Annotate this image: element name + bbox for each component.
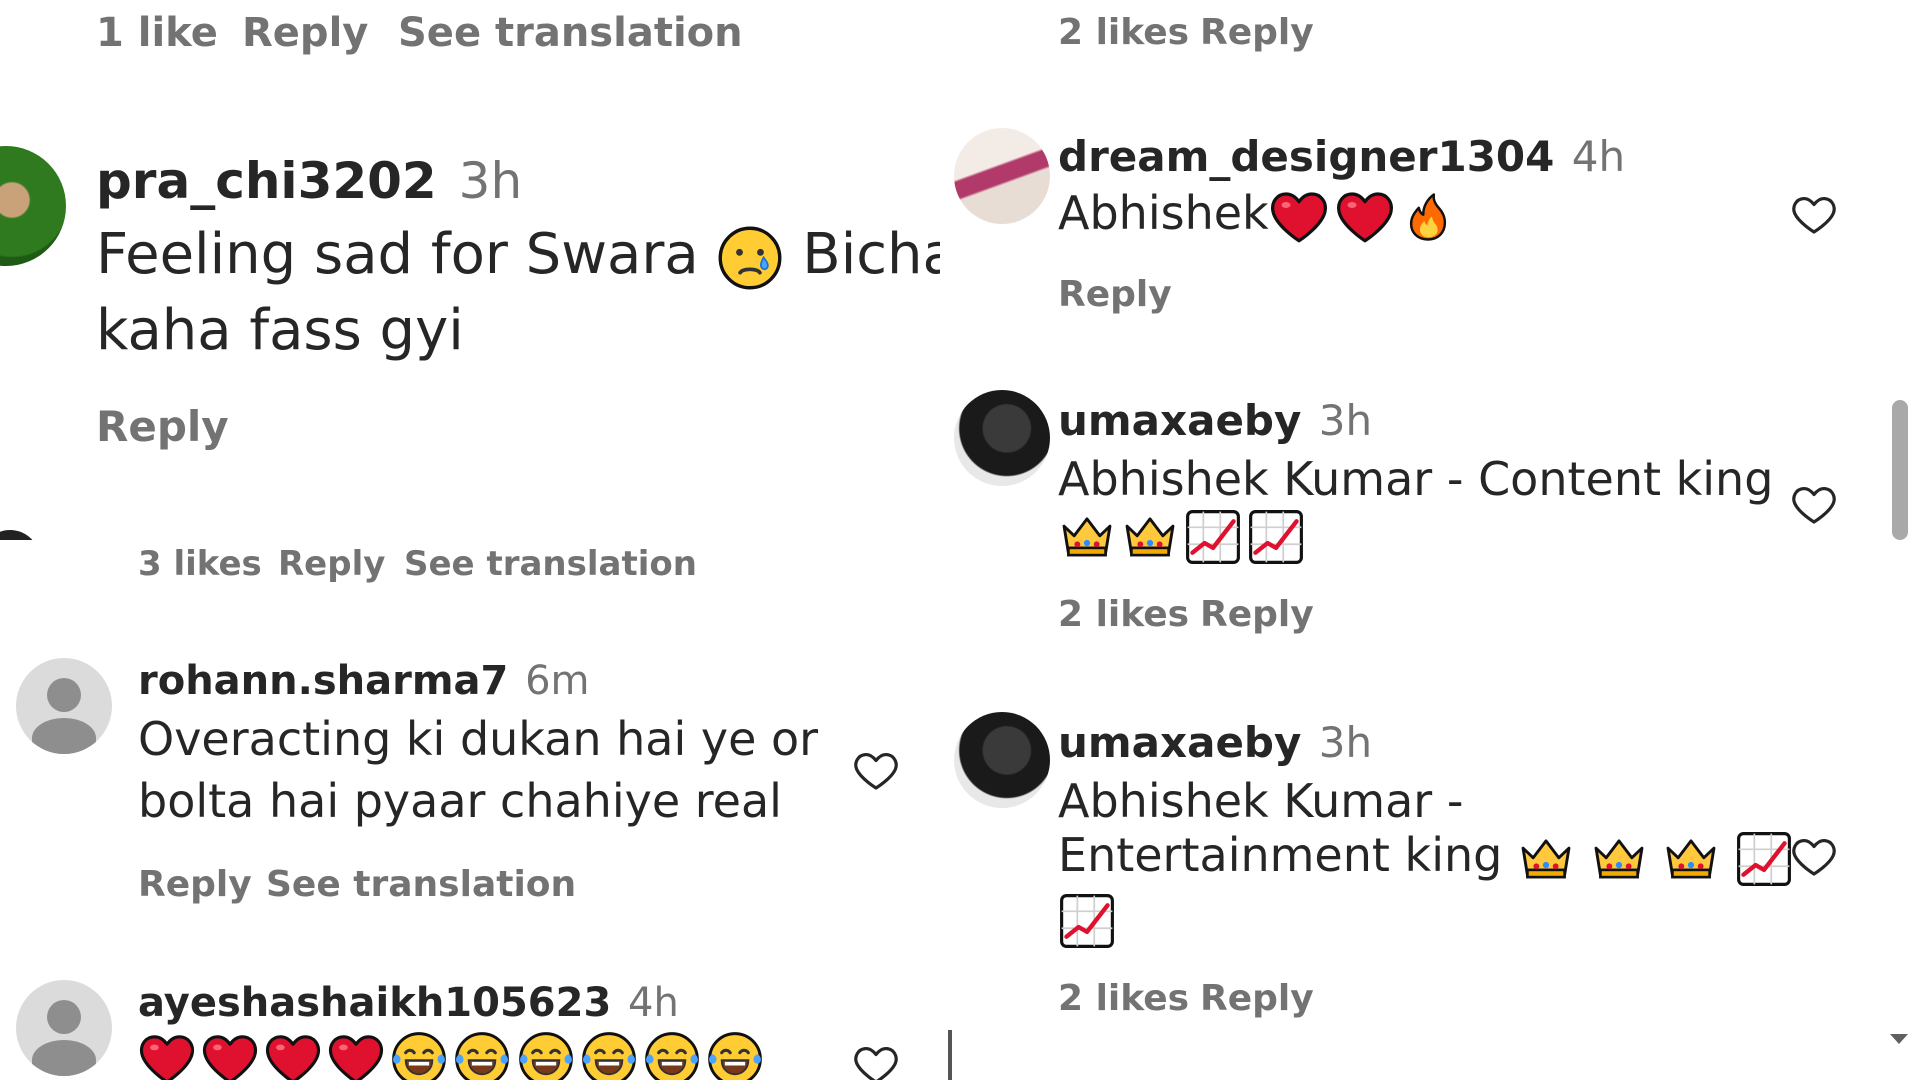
- timestamp: 3h: [458, 152, 523, 210]
- comment-header: umaxaeby 3h: [1058, 718, 1372, 767]
- crown-emoji-icon: [1590, 830, 1648, 888]
- comment-text-line1: Abhishek Kumar - Content king: [1058, 452, 1774, 506]
- red-heart-emoji-icon: [264, 1030, 322, 1080]
- timestamp: 4h: [628, 980, 679, 1026]
- chart-increasing-emoji-icon: [1247, 508, 1305, 566]
- like-count[interactable]: 1 like: [96, 10, 218, 56]
- user-avatar[interactable]: [954, 712, 1050, 808]
- username[interactable]: ayeshashaikh105623: [138, 980, 611, 1026]
- like-count[interactable]: 3 likes: [138, 544, 262, 584]
- comment-header: umaxaeby 3h: [1058, 396, 1372, 445]
- username[interactable]: pra_chi3202: [96, 152, 437, 210]
- tears-of-joy-emoji-icon: [453, 1030, 511, 1080]
- comment-text: Feeling sad for Swara Bichari: [96, 222, 940, 292]
- red-heart-emoji-icon: [138, 1030, 196, 1080]
- crown-emoji-icon: [1058, 508, 1116, 566]
- user-avatar[interactable]: [0, 146, 66, 266]
- timestamp: 3h: [1318, 718, 1373, 767]
- comment-text-line1: Feeling sad for Swara: [96, 222, 699, 287]
- comment-pane-right: 2 likes Reply dream_designer1304 4h Abhi…: [948, 0, 1920, 1080]
- user-avatar[interactable]: [954, 390, 1050, 486]
- comment-emoji-row: [1058, 892, 1116, 950]
- red-heart-emoji-icon: [201, 1030, 259, 1080]
- reply-button[interactable]: Reply: [1058, 274, 1172, 315]
- crown-emoji-icon: [1517, 830, 1575, 888]
- see-translation-button[interactable]: See translation: [266, 864, 576, 905]
- comment-emoji-row: [1058, 508, 1305, 566]
- username[interactable]: umaxaeby: [1058, 396, 1301, 445]
- user-avatar[interactable]: [954, 128, 1050, 224]
- crying-face-emoji-icon: [716, 224, 784, 292]
- reply-button[interactable]: Reply: [278, 544, 385, 584]
- chart-increasing-emoji-icon: [1058, 892, 1116, 950]
- default-avatar-icon[interactable]: [16, 980, 112, 1076]
- comment-header: dream_designer1304 4h: [1058, 132, 1625, 181]
- tears-of-joy-emoji-icon: [706, 1030, 764, 1080]
- comment-text-line2-row: Entertainment king: [1058, 828, 1793, 888]
- comment-pane-left-top: 1 like Reply See translation pra_chi3202…: [0, 0, 940, 540]
- see-translation-button[interactable]: See translation: [404, 544, 697, 584]
- reply-button[interactable]: Reply: [96, 402, 229, 451]
- crown-emoji-icon: [1121, 508, 1179, 566]
- comment-text-line2: Entertainment king: [1058, 828, 1503, 882]
- comment-emoji-row: [138, 1030, 764, 1080]
- reply-button[interactable]: Reply: [1200, 12, 1314, 53]
- crown-emoji-icon: [1662, 830, 1720, 888]
- comment-header: rohann.sharma7 6m: [138, 658, 589, 704]
- red-heart-emoji-icon: [327, 1030, 385, 1080]
- tears-of-joy-emoji-icon: [643, 1030, 701, 1080]
- chart-increasing-emoji-icon: [1184, 508, 1242, 566]
- heart-icon[interactable]: [1788, 832, 1840, 880]
- timestamp: 4h: [1571, 132, 1626, 181]
- comment-text-line1: Overacting ki dukan hai ye or: [138, 712, 819, 766]
- like-count[interactable]: 2 likes: [1058, 978, 1189, 1019]
- tears-of-joy-emoji-icon: [580, 1030, 638, 1080]
- reply-button[interactable]: Reply: [1200, 978, 1314, 1019]
- heart-icon[interactable]: [850, 1040, 902, 1080]
- timestamp: 6m: [525, 658, 590, 704]
- scroll-down-arrow-icon[interactable]: [1890, 1034, 1908, 1044]
- reply-button[interactable]: Reply: [138, 864, 252, 905]
- heart-icon[interactable]: [1788, 190, 1840, 238]
- divider: [948, 1030, 952, 1080]
- comment-header: pra_chi3202 3h: [96, 152, 522, 210]
- default-avatar-icon[interactable]: [16, 658, 112, 754]
- like-count[interactable]: 2 likes: [1058, 594, 1189, 635]
- tears-of-joy-emoji-icon: [390, 1030, 448, 1080]
- comment-text-line1b: Bichari: [802, 222, 940, 287]
- comment-text-line1: Abhishek Kumar -: [1058, 774, 1464, 828]
- reply-button[interactable]: Reply: [242, 10, 368, 56]
- heart-icon[interactable]: [1788, 480, 1840, 528]
- comment-text-line2: bolta hai pyaar chahiye real: [138, 774, 782, 828]
- see-translation-button[interactable]: See translation: [398, 10, 743, 56]
- username[interactable]: rohann.sharma7: [138, 658, 508, 704]
- red-heart-emoji-icon: [1269, 187, 1329, 247]
- heart-icon[interactable]: [850, 746, 902, 794]
- username[interactable]: umaxaeby: [1058, 718, 1301, 767]
- red-heart-emoji-icon: [1335, 187, 1395, 247]
- comment-text: Abhishek: [1058, 186, 1455, 247]
- fire-emoji-icon: [1401, 187, 1455, 247]
- chart-increasing-emoji-icon: [1735, 830, 1793, 888]
- scrollbar-thumb[interactable]: [1892, 400, 1908, 540]
- reply-button[interactable]: Reply: [1200, 594, 1314, 635]
- username[interactable]: dream_designer1304: [1058, 132, 1554, 181]
- timestamp: 3h: [1318, 396, 1373, 445]
- user-avatar[interactable]: [0, 530, 40, 540]
- comment-text-line2: kaha fass gyi: [96, 298, 464, 363]
- tears-of-joy-emoji-icon: [517, 1030, 575, 1080]
- comment-header: ayeshashaikh105623 4h: [138, 980, 679, 1026]
- comment-text-line1: Abhishek: [1058, 186, 1269, 240]
- like-count[interactable]: 2 likes: [1058, 12, 1189, 53]
- comment-pane-left-bottom: 3 likes Reply See translation rohann.sha…: [0, 540, 948, 1080]
